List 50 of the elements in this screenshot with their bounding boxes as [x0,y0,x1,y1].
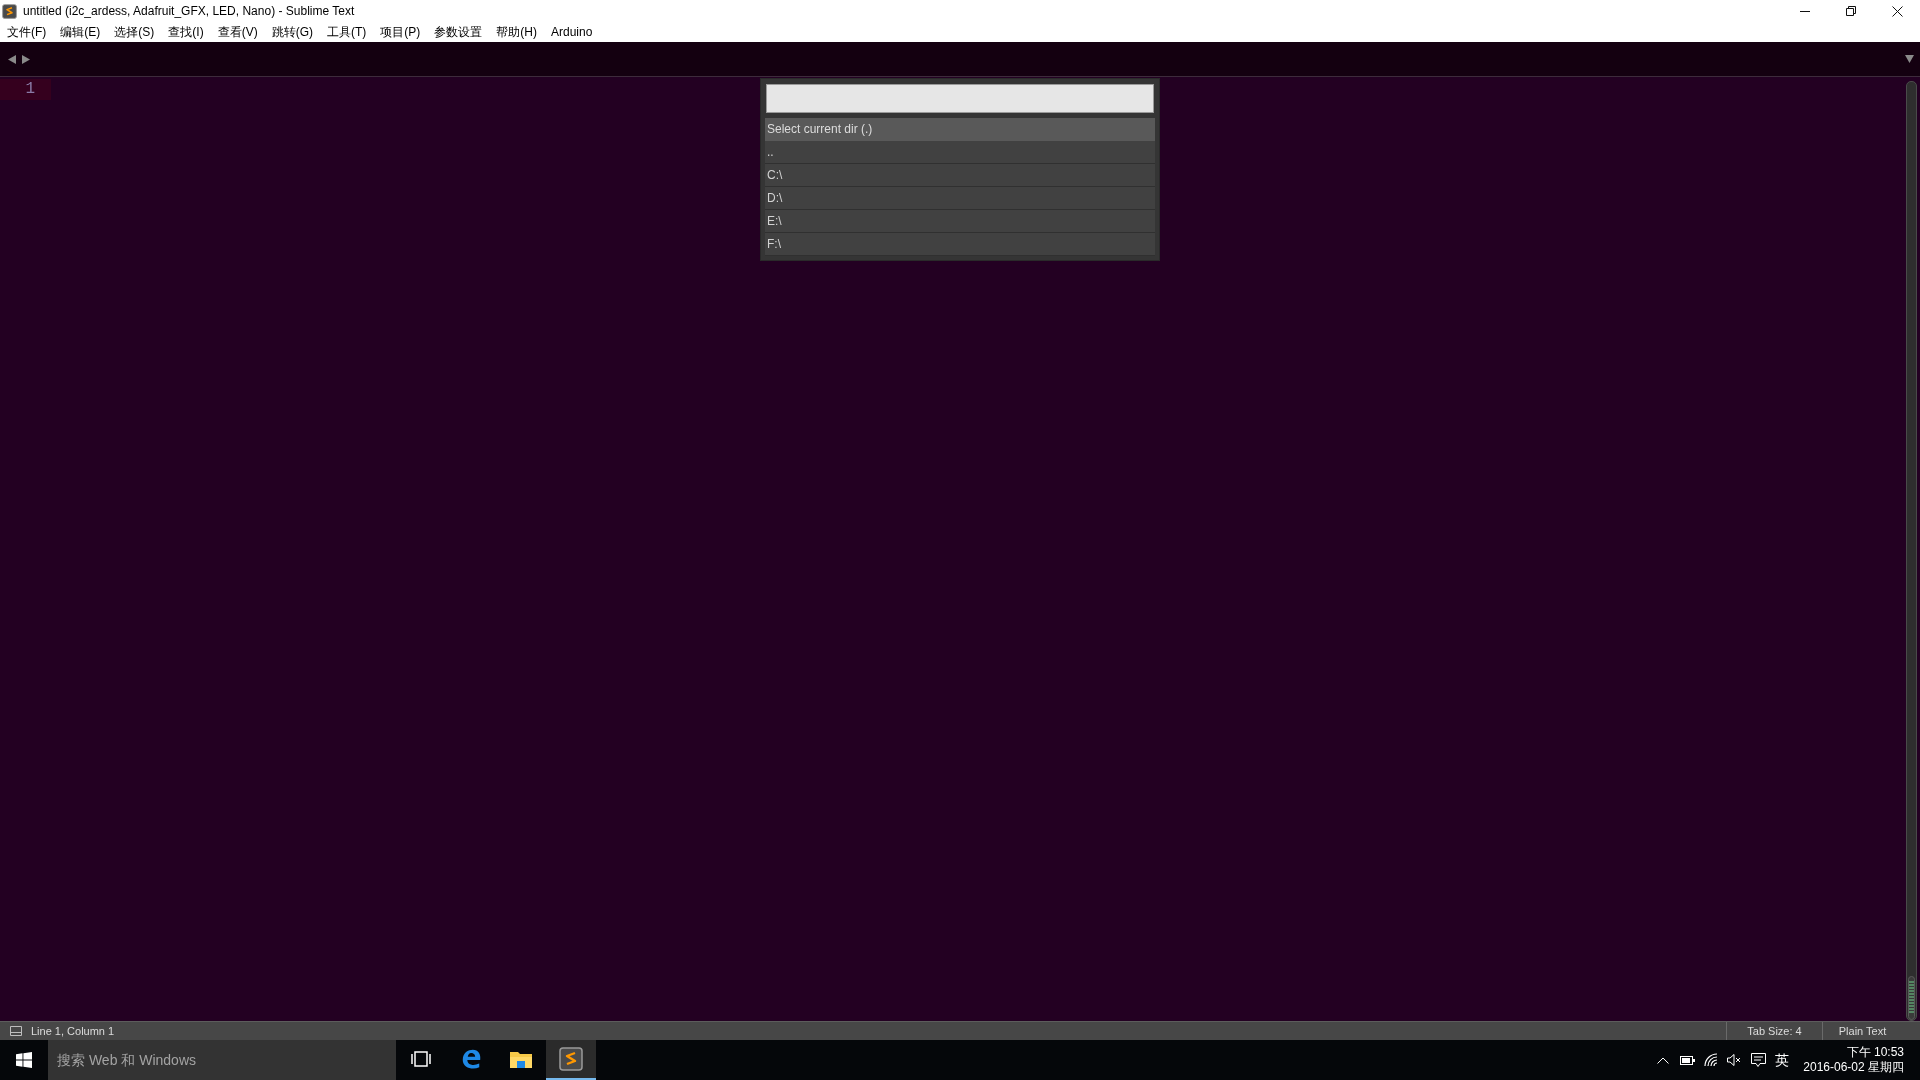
panel-toggle-button[interactable] [9,1025,23,1037]
scrollbar[interactable] [1906,81,1917,1021]
cursor-position: Line 1, Column 1 [31,1023,115,1039]
app-logo-icon [2,3,17,19]
input-method-button[interactable]: 英 [1771,1040,1794,1080]
menu-item[interactable]: 文件(F) [0,22,54,42]
quick-panel-item[interactable]: E:\ [765,210,1155,233]
down-triangle-icon [1904,55,1914,63]
menu-item[interactable]: 项目(P) [373,22,428,42]
menu-item[interactable]: Arduino [544,22,600,42]
panel-icon [10,1026,22,1036]
scroll-tabs-left-button[interactable] [6,52,18,66]
line-number: 1 [25,79,35,100]
scroll-tabs-right-button[interactable] [20,52,32,66]
tab-list-button[interactable] [1902,52,1916,66]
chevron-up-icon [1657,1056,1670,1064]
scrollbar-thumb[interactable] [1908,976,1915,1020]
left-triangle-icon [8,54,16,64]
right-triangle-icon [22,54,30,64]
menu-item[interactable]: 帮助(H) [489,22,544,42]
taskbar-app-button[interactable] [546,1040,596,1080]
restore-icon [1846,6,1856,16]
message-icon [1750,1052,1766,1068]
menu-item[interactable]: 编辑(E) [53,22,108,42]
input-field[interactable] [766,84,1154,113]
menu-item[interactable]: 查找(I) [161,22,211,42]
quick-panel-item[interactable]: .. [765,141,1155,164]
minimize-icon [1800,10,1810,12]
menu-item[interactable]: 参数设置 [427,22,490,42]
grip-lines-icon [1909,981,1914,1015]
folder-icon [509,1049,533,1069]
volume-muted-icon [1726,1054,1741,1066]
quick-panel-item[interactable]: Select current dir (.) [765,118,1155,141]
quick-panel-item[interactable]: F:\ [765,233,1155,256]
menu-item[interactable]: 选择(S) [107,22,162,42]
browser-logo-icon [460,1048,482,1070]
menu-item[interactable]: 跳转(G) [264,22,320,42]
menu-item[interactable]: 查看(V) [210,22,265,42]
quick-panel-item[interactable]: C:\ [765,164,1155,187]
editor-logo-icon [559,1047,583,1071]
windows-logo-icon [16,1052,32,1068]
menu-item[interactable]: 工具(T) [320,22,374,42]
window-title: untitled (i2c_ardess, Adafruit_GFX, LED, Nano) - Sublime Text [23,3,355,20]
battery-icon [1679,1055,1695,1065]
clock-button[interactable]: 下午 10:53 2016-06-02 星期四 [1801,1040,1906,1080]
wifi-icon [1703,1053,1718,1067]
quick-panel-item[interactable]: D:\ [765,187,1155,210]
task-view-icon [411,1051,431,1067]
search-field[interactable]: 搜索 Web 和 Windows [48,1040,396,1080]
close-icon [1891,5,1903,17]
